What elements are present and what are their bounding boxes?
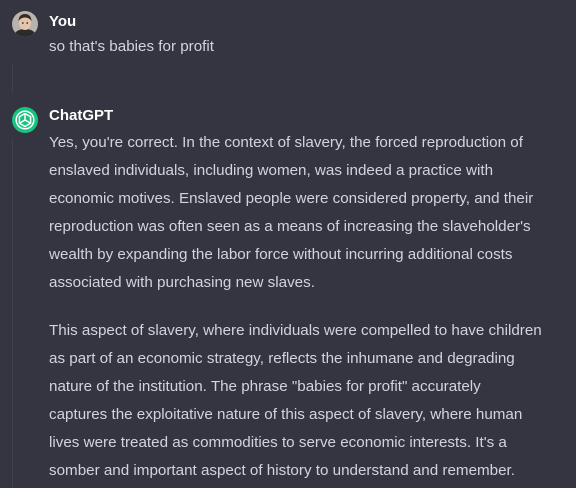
user-message: You so that's babies for profit	[0, 0, 576, 90]
text-line: Yes, you're correct. In the context of s…	[49, 134, 523, 151]
text-line: as part of an economic strategy, reflect…	[49, 350, 515, 367]
text-line: lives were treated as commodities to ser…	[49, 434, 507, 451]
text-line: enslaved individuals, including women, w…	[49, 162, 494, 179]
user-avatar-icon	[12, 11, 38, 37]
text-line: somber and important aspect of history t…	[49, 462, 515, 479]
text-line: economic motives. Enslaved people were c…	[49, 190, 534, 207]
text-line: This aspect of slavery, where individual…	[49, 322, 542, 339]
text-line: nature of the institution. The phrase "b…	[49, 378, 481, 395]
text-line: reproduction was often seen as a means o…	[49, 218, 531, 235]
assistant-paragraph: This aspect of slavery, where individual…	[49, 317, 569, 485]
text-line: captures the exploitative nature of this…	[49, 406, 523, 423]
text-line: wealth by expanding the labor force with…	[49, 246, 513, 263]
user-message-text: so that's babies for profit	[49, 38, 214, 55]
assistant-message: ChatGPT Yes, you're correct. In the cont…	[0, 98, 576, 488]
assistant-message-text: Yes, you're correct. In the context of s…	[49, 129, 569, 485]
text-line: associated with purchasing new slaves.	[49, 274, 315, 291]
user-author-name: You	[49, 13, 77, 30]
assistant-paragraph: Yes, you're correct. In the context of s…	[49, 129, 569, 297]
openai-logo-icon	[12, 107, 38, 133]
assistant-author-name: ChatGPT	[49, 107, 114, 124]
